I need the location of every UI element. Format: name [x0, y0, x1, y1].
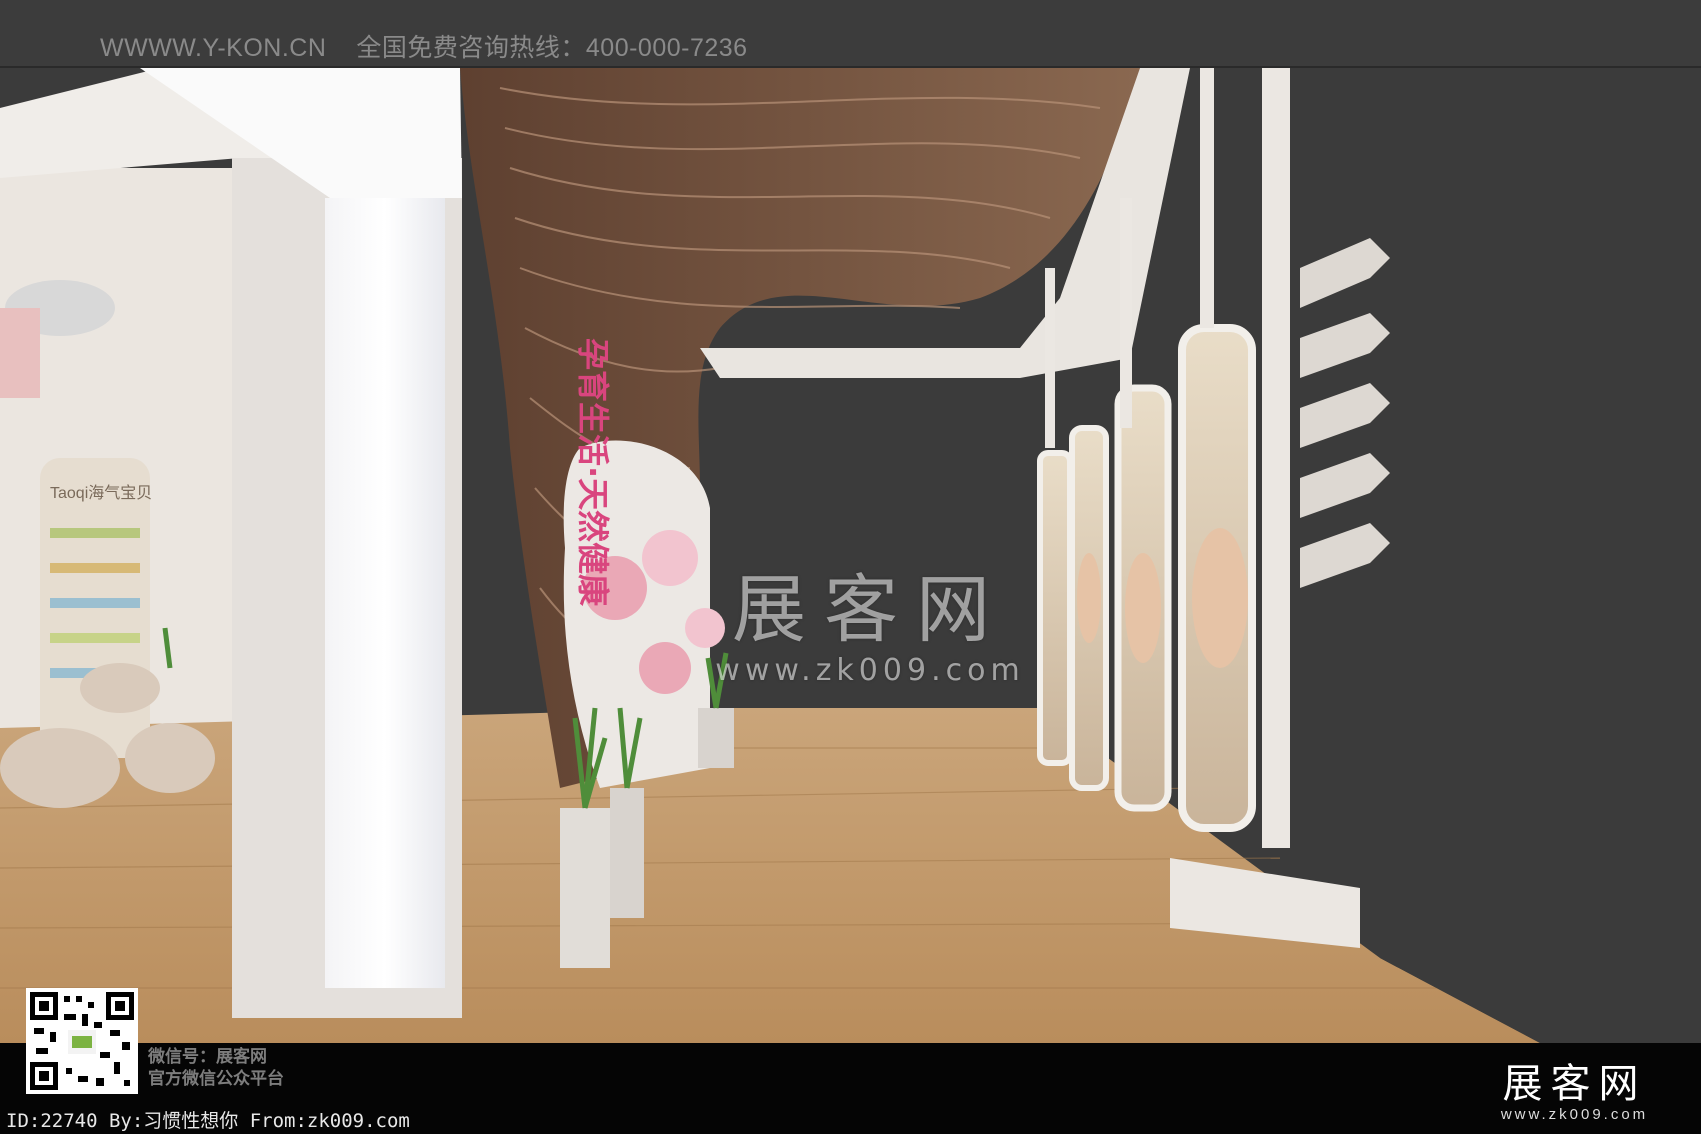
shelf-sign-text: Taoqi海气宝贝 [50, 484, 152, 502]
booth-render: Taoqi海气宝贝 孕育生活·天然健康 展客网 www.zk009.com [0, 68, 1701, 1043]
baby-photo [0, 308, 40, 398]
watermark-name: 展客网 [732, 567, 1008, 653]
header-text: WWWW.Y-KON.CN 全国免费咨询热线：400-000-7236 [100, 28, 748, 64]
booth-scene: Taoqi海气宝贝 孕育生活·天然健康 [0, 68, 1701, 1043]
watermark-url: www.zk009.com [715, 653, 1025, 688]
center-watermark: 展客网 www.zk009.com [670, 573, 1070, 688]
header-site: WWWW.Y-KON.CN [100, 34, 327, 62]
wechat-line-1: 微信号：展客网 [148, 1047, 267, 1066]
wechat-line-2: 官方微信公众平台 [148, 1069, 284, 1088]
wechat-info: 微信号：展客网 官方微信公众平台 [148, 1046, 284, 1090]
footer-logo: 展客网 www.zk009.com [1462, 1064, 1687, 1123]
qr-pattern [30, 992, 134, 1090]
footer-logo-url: www.zk009.com [1500, 1106, 1649, 1123]
lightbox-panel [325, 198, 445, 988]
id-line: ID:22740 By:习惯性想你 From:zk009.com [6, 1110, 410, 1132]
header-bar: WWWW.Y-KON.CN 全国免费咨询热线：400-000-7236 [0, 0, 1701, 68]
footer-logo-name: 展客网 [1502, 1061, 1647, 1107]
header-hotline: 全国免费咨询热线：400-000-7236 [356, 34, 748, 62]
qr-code [26, 988, 138, 1094]
vertical-slogan: 孕育生活·天然健康 [574, 338, 612, 607]
